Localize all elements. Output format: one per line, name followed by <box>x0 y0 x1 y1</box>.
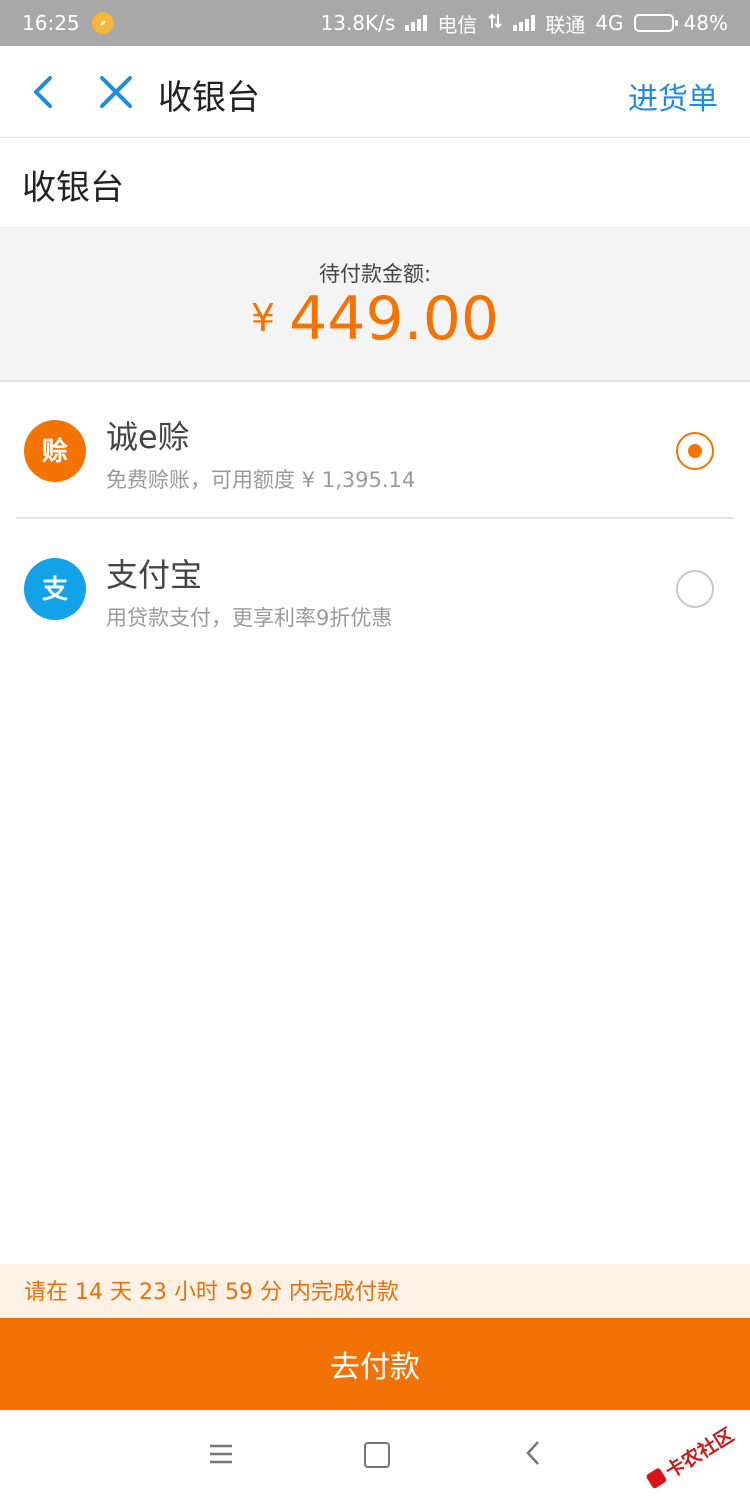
watermark-logo: 卡农社区 <box>634 1404 750 1508</box>
divider <box>16 517 734 519</box>
chevron-left-icon[interactable] <box>22 68 70 116</box>
payment-option-name: 诚e赊 <box>106 418 190 456</box>
amount-display: ¥449.00 <box>0 284 750 354</box>
network-type: 4G <box>595 11 624 35</box>
section-title: 收银台 <box>0 138 750 228</box>
carrier-1: 电信 <box>437 12 478 37</box>
credit-icon: 赊 <box>24 420 86 482</box>
payment-option-alipay[interactable]: 支 支付宝 用贷款支付，更享利率9折优惠 <box>0 520 750 658</box>
alipay-icon-glyph: 支 <box>42 575 68 605</box>
radio-selected[interactable] <box>676 432 714 470</box>
home-icon[interactable] <box>364 1442 390 1468</box>
watermark-text: 卡农社区 <box>661 1423 738 1483</box>
battery-icon <box>633 14 678 32</box>
status-time: 16:25 <box>22 11 80 35</box>
signal-icon-2 <box>513 15 536 31</box>
credit-icon-glyph: 赊 <box>42 436 68 467</box>
payment-option-chengeshe[interactable]: 赊 诚e赊 免费赊账，可用额度 ¥ 1,395.14 <box>0 382 750 520</box>
battery-percent: 48% <box>683 11 728 35</box>
payment-deadline-notice: 请在 14 天 23 小时 59 分 内完成付款 <box>0 1264 750 1318</box>
signal-icon <box>405 15 428 31</box>
radio-unselected[interactable] <box>676 570 714 608</box>
currency-symbol: ¥ <box>250 296 276 340</box>
amount-panel: 待付款金额: ¥449.00 <box>0 228 750 382</box>
compass-icon <box>91 12 114 34</box>
close-icon[interactable] <box>92 68 140 116</box>
menu-icon[interactable] <box>206 1442 236 1466</box>
carrier-2: 联通 <box>545 12 586 37</box>
network-speed: 13.8K/s <box>320 11 396 35</box>
payment-option-name: 支付宝 <box>106 556 203 594</box>
data-transfer-icon <box>487 11 503 35</box>
back-icon[interactable] <box>518 1438 548 1468</box>
navigation-bar: 收银台 进货单 <box>0 46 750 138</box>
alipay-icon: 支 <box>24 558 86 620</box>
watermark-mark-icon <box>645 1467 668 1490</box>
system-navigation-bar: 卡农社区 <box>0 1410 750 1500</box>
payment-option-description: 用贷款支付，更享利率9折优惠 <box>106 606 393 630</box>
page-title: 收银台 <box>158 78 260 118</box>
pay-button[interactable]: 去付款 <box>0 1318 750 1410</box>
purchase-list-link[interactable]: 进货单 <box>628 74 718 118</box>
status-bar: 16:25 13.8K/s 电信 联通 4G 48% <box>0 0 750 46</box>
amount-value: 449.00 <box>289 284 500 354</box>
payment-option-description: 免费赊账，可用额度 ¥ 1,395.14 <box>106 468 416 492</box>
